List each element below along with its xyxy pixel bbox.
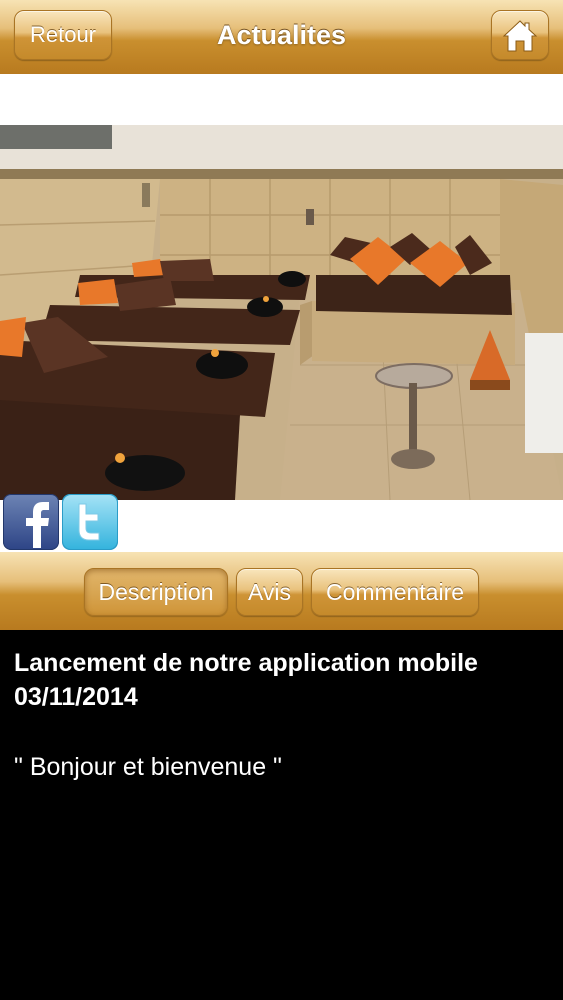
tab-commentaire[interactable]: Commentaire [311, 568, 479, 616]
spacer [0, 74, 563, 125]
tab-bar: Description Avis Commentaire [0, 552, 563, 630]
twitter-icon[interactable] [62, 494, 118, 550]
article-title: Lancement de notre application mobile [14, 649, 478, 677]
facebook-icon[interactable] [3, 494, 59, 550]
spa-room-photo [0, 125, 563, 500]
home-button[interactable] [491, 10, 549, 60]
home-icon [502, 20, 538, 52]
article-content: Lancement de notre application mobile 03… [0, 630, 563, 1000]
tab-avis[interactable]: Avis [236, 568, 303, 616]
article-body: " Bonjour et bienvenue " [14, 753, 282, 781]
article-date: 03/11/2014 [14, 683, 138, 711]
tab-description[interactable]: Description [84, 568, 228, 616]
back-button[interactable]: Retour [14, 10, 112, 60]
top-navigation-bar: Actualites Retour [0, 0, 563, 74]
